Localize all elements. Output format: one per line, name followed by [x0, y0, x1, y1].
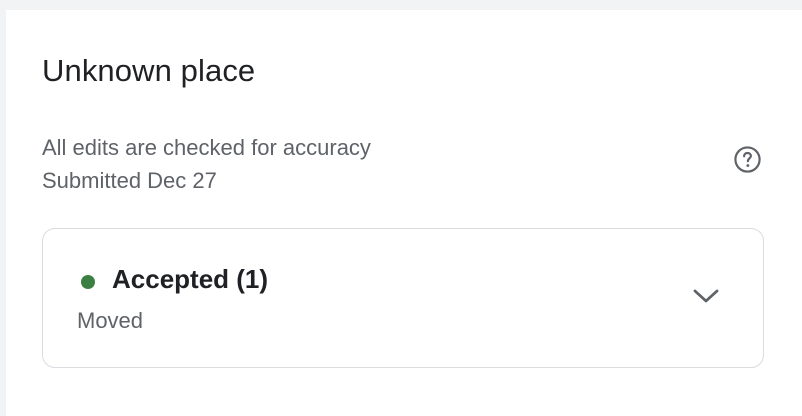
expand-button[interactable] [691, 281, 721, 311]
chevron-down-icon [693, 289, 719, 303]
edit-detail-panel: Unknown place All edits are checked for … [6, 10, 802, 416]
top-strip [0, 0, 802, 10]
help-icon[interactable] [732, 144, 763, 175]
status-label: Accepted (1) [112, 264, 269, 294]
edit-info: All edits are checked for accuracy Submi… [42, 131, 371, 197]
submitted-date: Submitted Dec 27 [42, 168, 217, 193]
edit-status-card[interactable]: Accepted (1) Moved [42, 228, 764, 368]
status-dot [81, 275, 95, 289]
page-title: Unknown place [42, 53, 256, 88]
change-type: Moved [77, 308, 144, 333]
help-circle-icon [734, 146, 761, 173]
accuracy-note: All edits are checked for accuracy [42, 135, 371, 160]
